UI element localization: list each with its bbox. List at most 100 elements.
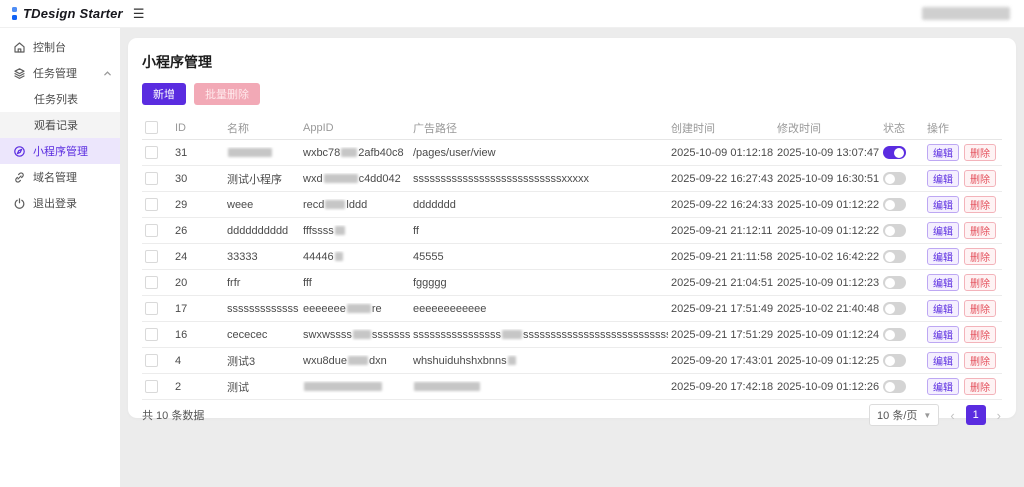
edit-button[interactable]: 编辑 <box>927 144 959 161</box>
status-toggle[interactable] <box>883 224 906 237</box>
sidebar-item-task-management[interactable]: 任务管理 <box>0 60 120 86</box>
table-cell: 17 <box>175 302 188 315</box>
table-cell <box>410 381 668 393</box>
table-cell: 44446 <box>300 251 410 263</box>
edit-button[interactable]: 编辑 <box>927 326 959 343</box>
add-button[interactable]: 新增 <box>142 83 186 105</box>
status-toggle[interactable] <box>883 276 906 289</box>
table-cell: 33333 <box>227 250 258 263</box>
page-title: 小程序管理 <box>142 54 212 70</box>
delete-button[interactable]: 删除 <box>964 222 996 239</box>
delete-button[interactable]: 删除 <box>964 378 996 395</box>
sidebar-item-label: 任务管理 <box>33 68 77 80</box>
sidebar: 控制台任务管理任务列表观看记录 小程序管理域名管理退出登录 <box>0 28 120 487</box>
prev-page-button[interactable]: ‹ <box>949 409 955 422</box>
edit-button[interactable]: 编辑 <box>927 300 959 317</box>
table-cell: ddddddd <box>413 198 456 211</box>
status-toggle[interactable] <box>883 146 906 159</box>
table-cell: weee <box>227 198 254 211</box>
table-cell: whshuiduhshxbnns <box>410 355 668 367</box>
table-row: 29 weee recd lddd ddddddd 2025-09-22 16:24:33… <box>142 192 1002 218</box>
row-checkbox[interactable] <box>145 302 158 315</box>
toolbar: 新增 批量删除 <box>142 83 1002 105</box>
sidebar-item-domain-management[interactable]: 域名管理 <box>0 164 120 190</box>
table-cell: ssssssssssssssss ssssssssssssssssssssssss… <box>413 328 668 341</box>
table-row: 20 frfr fff fggggg 2025-09-21 21:04:51 2025-1… <box>142 270 1002 296</box>
table-cell: 2025-09-21 17:51:29 <box>671 328 774 341</box>
table-cell: 24 <box>175 250 188 263</box>
row-checkbox[interactable] <box>145 172 158 185</box>
table-cell: 2025-10-09 01:12:26 <box>777 380 880 393</box>
edit-button[interactable]: 编辑 <box>927 274 959 291</box>
table-cell: wxu8due dxn <box>303 354 387 367</box>
table-cell: 2025-09-22 16:27:43 <box>671 172 774 185</box>
table-row: 16 cececec swxwssss sssssss ssssssssssssssss… <box>142 322 1002 348</box>
redacted-text <box>502 330 522 340</box>
status-toggle[interactable] <box>883 172 906 185</box>
row-checkbox[interactable] <box>145 198 158 211</box>
delete-button[interactable]: 删除 <box>964 326 996 343</box>
table-cell: 测试 <box>227 381 249 394</box>
edit-button[interactable]: 编辑 <box>927 352 959 369</box>
delete-button[interactable]: 删除 <box>964 196 996 213</box>
compass-icon <box>13 145 26 158</box>
table-cell: 2025-10-09 01:12:22 <box>777 198 880 211</box>
status-toggle[interactable] <box>883 328 906 341</box>
row-checkbox[interactable] <box>145 224 158 237</box>
status-toggle[interactable] <box>883 380 906 393</box>
edit-button[interactable]: 编辑 <box>927 170 959 187</box>
sidebar-item-console[interactable]: 控制台 <box>0 34 120 60</box>
status-toggle[interactable] <box>883 250 906 263</box>
sidebar-item-task-list[interactable]: 任务列表 <box>0 86 120 112</box>
sidebar-item-logout[interactable]: 退出登录 <box>0 190 120 216</box>
edit-button[interactable]: 编辑 <box>927 248 959 265</box>
chevron-down-icon: ▼ <box>923 410 932 420</box>
table-cell: frfr <box>227 276 241 289</box>
table-cell: 2025-10-02 21:40:48 <box>777 302 880 315</box>
edit-button[interactable]: 编辑 <box>927 222 959 239</box>
status-toggle[interactable] <box>883 354 906 367</box>
delete-button[interactable]: 删除 <box>964 274 996 291</box>
sidebar-item-miniprogram-management[interactable]: 小程序管理 <box>0 138 120 164</box>
user-account-redacted[interactable] <box>922 7 1010 20</box>
status-toggle[interactable] <box>883 302 906 315</box>
table-cell: 2025-10-09 13:07:47 <box>777 146 880 159</box>
power-icon <box>13 197 26 210</box>
row-checkbox[interactable] <box>145 276 158 289</box>
table-cell: 2025-09-20 17:43:01 <box>671 354 774 367</box>
hamburger-icon[interactable]: ☰ <box>133 7 145 20</box>
delete-button[interactable]: 删除 <box>964 144 996 161</box>
delete-button[interactable]: 删除 <box>964 248 996 265</box>
delete-button[interactable]: 删除 <box>964 300 996 317</box>
miniprogram-table: ID 名称 AppID 广告路径 创建时间 修改时间 状态 操作 31 wxbc78 2afb40… <box>142 116 1002 430</box>
column-header: 广告路径 <box>413 122 457 135</box>
sidebar-item-label: 任务列表 <box>34 94 78 106</box>
table-cell: ff <box>413 224 419 237</box>
column-header: 名称 <box>227 122 249 135</box>
redacted-text <box>414 382 480 392</box>
batch-delete-button[interactable]: 批量删除 <box>194 83 260 105</box>
logo-text: TDesign Starter <box>23 6 123 21</box>
redacted-text <box>507 356 516 366</box>
page-number-button[interactable]: 1 <box>965 405 986 425</box>
edit-button[interactable]: 编辑 <box>927 196 959 213</box>
row-checkbox[interactable] <box>145 250 158 263</box>
status-toggle[interactable] <box>883 198 906 211</box>
table-cell: recd lddd <box>303 198 368 211</box>
table-cell: 16 <box>175 328 188 341</box>
select-all-checkbox[interactable] <box>145 121 158 134</box>
row-checkbox[interactable] <box>145 146 158 159</box>
page-size-select[interactable]: 10 条/页 ▼ <box>869 404 940 426</box>
next-page-button[interactable]: › <box>996 409 1002 422</box>
sidebar-item-watch-records[interactable]: 观看记录 <box>0 112 120 138</box>
row-checkbox[interactable] <box>145 328 158 341</box>
row-checkbox[interactable] <box>145 380 158 393</box>
edit-button[interactable]: 编辑 <box>927 378 959 395</box>
app-logo: TDesign Starter <box>12 6 123 21</box>
delete-button[interactable]: 删除 <box>964 352 996 369</box>
row-checkbox[interactable] <box>145 354 158 367</box>
delete-button[interactable]: 删除 <box>964 170 996 187</box>
sidebar-item-label: 域名管理 <box>33 172 77 184</box>
pagination: 10 条/页 ▼ ‹ 1 › <box>869 404 1002 426</box>
app-header: TDesign Starter ☰ <box>0 0 1024 28</box>
